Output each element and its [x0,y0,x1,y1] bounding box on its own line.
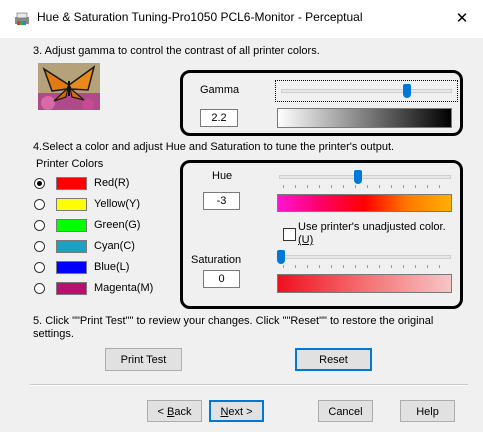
back-label-rest: ack [174,406,192,418]
saturation-slider[interactable] [275,249,455,271]
saturation-slider-thumb[interactable] [277,250,285,264]
saturation-slider-track [279,255,451,259]
unadjusted-color-checkbox[interactable] [283,228,296,241]
color-option-label: Green(G) [94,219,141,231]
print-test-instruction-line1: 5. Click ""Print Test"" to review your c… [33,315,434,327]
color-radio-button[interactable] [34,262,45,273]
help-button[interactable]: Help [400,400,455,422]
color-radio-button[interactable] [34,220,45,231]
hue-gradient-bar [277,194,452,212]
gamma-slider[interactable] [275,80,458,102]
printer-color-option[interactable]: Blue(L) [34,260,174,276]
hue-slider-ticks [283,185,451,188]
printer-colors-label: Printer Colors [36,158,104,170]
printer-color-option[interactable]: Green(G) [34,218,174,234]
gamma-slider-thumb[interactable] [402,84,411,98]
printer-hue-app-icon [15,12,29,25]
gamma-label: Gamma [200,84,240,96]
printer-color-option[interactable]: Cyan(C) [34,239,174,255]
color-swatch [56,219,87,232]
color-radio-button[interactable] [34,283,45,294]
hue-slider[interactable] [275,170,455,190]
saturation-label: Saturation [191,254,242,266]
color-option-label: Blue(L) [94,261,130,273]
saturation-value-field[interactable]: 0 [203,270,240,288]
print-test-button[interactable]: Print Test [105,348,182,371]
back-prefix: < [157,406,167,418]
unadjusted-color-label[interactable]: Use printer's unadjusted color. [298,221,446,234]
color-swatch [56,177,87,190]
unadjusted-color-shortcut[interactable]: (U) [298,234,313,247]
saturation-slider-ticks [283,265,451,268]
gamma-slider-track [281,89,452,93]
color-option-label: Cyan(C) [94,240,135,252]
color-radio-button[interactable] [34,178,45,189]
window-title: Hue & Saturation Tuning-Pro1050 PCL6-Mon… [37,10,363,24]
color-radio-button[interactable] [34,199,45,210]
hue-label: Hue [212,170,233,182]
color-option-label: Red(R) [94,177,130,189]
printer-color-option[interactable]: Red(R) [34,176,174,192]
next-button[interactable]: Next > [209,400,264,422]
print-test-instruction-line2: settings. [33,328,74,340]
hue-slider-thumb[interactable] [354,170,363,184]
gamma-gradient-bar [277,108,452,128]
butterfly-preview-image [38,63,100,110]
color-instruction: 4.Select a color and adjust Hue and Satu… [33,141,395,153]
footer-divider [30,384,468,386]
close-icon[interactable]: ✕ [450,8,474,30]
gamma-value-field[interactable]: 2.2 [200,109,238,127]
printer-color-option[interactable]: Magenta(M) [34,281,174,297]
color-swatch [56,282,87,295]
hue-slider-track [279,175,451,179]
color-swatch [56,261,87,274]
color-radio-button[interactable] [34,241,45,252]
next-label-rest: ext > [228,406,253,418]
saturation-gradient-bar [277,274,452,293]
gamma-instruction: 3. Adjust gamma to control the contrast … [33,45,320,57]
title-bar: Hue & Saturation Tuning-Pro1050 PCL6-Mon… [0,0,483,38]
back-button[interactable]: < Back [147,400,202,422]
color-swatch [56,198,87,211]
color-option-label: Yellow(Y) [94,198,141,210]
printer-color-option[interactable]: Yellow(Y) [34,197,174,213]
reset-button[interactable]: Reset [295,348,372,371]
color-swatch [56,240,87,253]
hue-value-field[interactable]: -3 [203,192,240,210]
color-option-label: Magenta(M) [94,282,154,294]
cancel-button[interactable]: Cancel [318,400,373,422]
